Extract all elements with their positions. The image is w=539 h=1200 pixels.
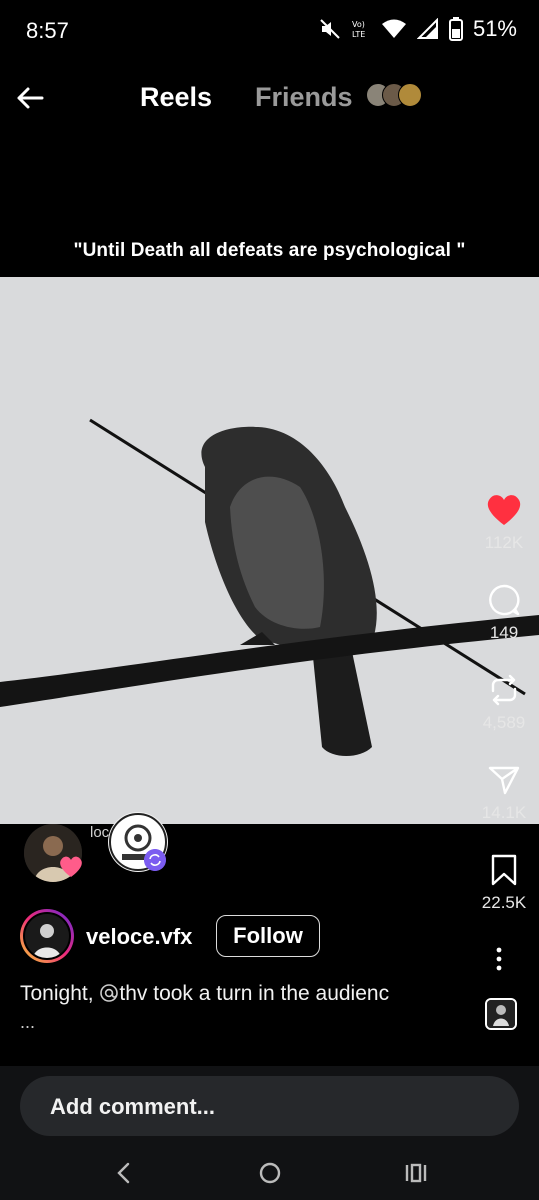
wifi-icon (381, 19, 406, 38)
status-time: 8:57 (26, 18, 69, 43)
audio-thumbnail[interactable] (485, 998, 517, 1030)
nav-back-icon[interactable] (112, 1160, 134, 1186)
repost-icon[interactable] (487, 673, 521, 707)
system-nav-bar (0, 1146, 539, 1200)
like-count: 112K (484, 533, 524, 552)
heart-icon[interactable] (486, 493, 522, 527)
share-count: 14.1K (481, 803, 527, 822)
comment-count: 149 (489, 623, 519, 642)
more-icon[interactable] (487, 946, 511, 972)
share-icon[interactable] (487, 763, 521, 797)
description-prefix: Tonight, (20, 982, 100, 1005)
author-username[interactable]: veloce.vfx (86, 924, 192, 950)
reel-description[interactable]: Tonight, thv took a turn in the audienc (20, 982, 389, 1006)
heart-badge-icon (60, 856, 82, 877)
reels-header: Reels Friends (0, 70, 539, 126)
tab-friends[interactable]: Friends (255, 82, 353, 113)
status-bar: 8:57 Vo) LTE 51% (0, 0, 539, 60)
follow-button[interactable]: Follow (216, 915, 320, 957)
svg-text:Vo): Vo) (352, 20, 365, 29)
battery-icon (448, 17, 463, 41)
comment-icon[interactable] (487, 583, 521, 617)
sync-badge-icon (144, 849, 166, 871)
repost-count: 4,589 (482, 713, 526, 732)
reel-video[interactable] (0, 277, 539, 824)
description-more[interactable]: ... (20, 1012, 35, 1033)
video-caption-overlay: "Until Death all defeats are psychologic… (73, 240, 466, 261)
add-comment-input[interactable]: Add comment... (20, 1076, 519, 1136)
nav-home-icon[interactable] (257, 1160, 283, 1186)
signal-icon (416, 18, 438, 39)
description-rest: took a turn in the audienc (147, 982, 390, 1005)
add-comment-placeholder: Add comment... (50, 1094, 216, 1119)
status-icons: Vo) LTE 51% (319, 16, 517, 42)
bookmark-icon[interactable] (489, 853, 519, 887)
like-action[interactable]: 112K (469, 493, 539, 553)
repost-action[interactable]: 4,589 (469, 673, 539, 733)
back-arrow-icon[interactable] (12, 80, 48, 116)
mute-icon (320, 19, 340, 39)
tab-reels[interactable]: Reels (140, 82, 212, 113)
battery-percent: 51% (472, 16, 517, 41)
share-action[interactable]: 14.1K (469, 763, 539, 823)
comment-action[interactable]: 149 (469, 583, 539, 643)
video-frame-image (0, 418, 539, 756)
author-row: veloce.vfx Follow (20, 909, 440, 965)
friend-avatar (398, 83, 422, 107)
description-mention[interactable]: thv (119, 982, 147, 1005)
nav-recents-icon[interactable] (404, 1160, 428, 1186)
save-count: 22.5K (481, 893, 527, 912)
author-avatar[interactable] (20, 909, 74, 963)
friends-avatars[interactable] (366, 83, 422, 107)
volte-icon: Vo)LTE (352, 20, 365, 39)
author-avatar-image (25, 914, 69, 958)
audio-thumbnail-image (487, 1000, 515, 1028)
svg-text:LTE: LTE (352, 30, 365, 39)
save-action[interactable]: 22.5K (469, 853, 539, 913)
mention-icon (100, 984, 119, 1002)
